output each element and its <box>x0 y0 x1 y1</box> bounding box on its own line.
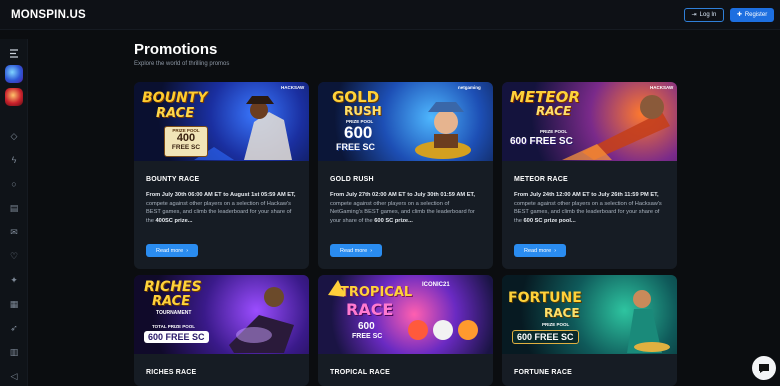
read-more-label: Read more <box>523 247 552 254</box>
read-more-button[interactable]: Read more › <box>146 244 198 257</box>
provider-logo: ICONIC21 <box>422 282 450 288</box>
banner-pool2-label: TOTAL PRIZE POOL <box>152 324 196 329</box>
user-plus-icon: ✚ <box>736 12 742 18</box>
banner-title: BOUNTY <box>142 90 208 106</box>
promo-banner[interactable]: BOUNTY RACE PRIZE POOL 400 FREE SC HACKS… <box>134 82 309 161</box>
page-title: Promotions <box>134 41 218 58</box>
sidebar: ◇ ϟ ○ ▤ ✉ ♡ ✦ ▦ ➶ ▥ ◁ <box>0 39 28 386</box>
banner-amount: 600 FREE SC <box>512 330 579 344</box>
banner-pool-label: PRIZE POOL <box>540 129 568 134</box>
promo-banner[interactable]: ICONIC21 TROPICAL RACE 600 FREE SC <box>318 275 493 354</box>
promo-card-fortune-race[interactable]: FORTUNE RACE PRIZE POOL 600 FREE SC FORT… <box>502 275 677 386</box>
promo-card-tropical-race[interactable]: ICONIC21 TROPICAL RACE 600 FREE SC TROPI… <box>318 275 493 386</box>
promo-title: GOLD RUSH <box>330 176 374 183</box>
chart-icon[interactable]: ▥ <box>6 344 22 360</box>
provider-logo: netgaming <box>458 85 481 90</box>
promo-title: TROPICAL RACE <box>330 369 391 376</box>
arrow-right-icon: › <box>554 247 557 254</box>
promo-card-meteor-race[interactable]: METEOR RACE PRIZE POOL 600 FREE SC HACKS… <box>502 82 677 269</box>
diamond-icon[interactable]: ◇ <box>6 128 22 144</box>
promo-description: From July 24th 12:00 AM ET to July 26th … <box>514 191 667 225</box>
banner-amount: 600 FREE SC <box>510 136 573 147</box>
megaphone-icon[interactable]: ◁ <box>6 368 22 384</box>
main-content: Promotions Explore the world of thrillin… <box>28 30 780 386</box>
promo-card-bounty-race[interactable]: BOUNTY RACE PRIZE POOL 400 FREE SC HACKS… <box>134 82 309 269</box>
arrow-right-icon: › <box>370 247 373 254</box>
chat-bubble-icon <box>759 363 769 373</box>
banner-subtitle: RUSH <box>344 104 382 118</box>
banner-subtitle: RACE <box>346 300 394 319</box>
promo-title: FORTUNE RACE <box>514 369 573 376</box>
heart-icon[interactable]: ♡ <box>6 248 22 264</box>
banner-amount: 600 <box>344 123 373 142</box>
promo-dates: From July 27th 02:00 AM ET to July 30th … <box>330 192 475 198</box>
top-bar: MONSPIN.US ⇥ Log In ✚ Register <box>0 0 780 30</box>
banner-unit: FREE SC <box>171 144 201 151</box>
promo-card-riches-race[interactable]: RICHES RACE TOURNAMENT TOTAL PRIZE POOL … <box>134 275 309 386</box>
promo-banner[interactable]: GOLD RUSH PRIZE POOL 600 FREE SC netgami… <box>318 82 493 161</box>
register-button[interactable]: ✚ Register <box>730 8 774 22</box>
provider-logo: HACKSAW <box>281 85 305 90</box>
promo-banner[interactable]: FORTUNE RACE PRIZE POOL 600 FREE SC <box>502 275 677 354</box>
banner-subtitle: RACE <box>536 104 572 118</box>
page-subtitle: Explore the world of thrilling promos <box>134 61 230 67</box>
rocket-icon[interactable]: ➶ <box>6 320 22 336</box>
promo-description: From July 30th 06:00 AM ET to August 1st… <box>146 191 299 225</box>
arrow-right-icon: › <box>186 247 189 254</box>
promo-banner[interactable]: RICHES RACE TOURNAMENT TOTAL PRIZE POOL … <box>134 275 309 354</box>
read-more-label: Read more <box>339 247 368 254</box>
banner-pool-label: TOURNAMENT <box>156 310 192 316</box>
promo-banner[interactable]: METEOR RACE PRIZE POOL 600 FREE SC HACKS… <box>502 82 677 161</box>
banner-title: RICHES <box>144 279 202 295</box>
site-logo[interactable]: MONSPIN.US <box>11 9 86 21</box>
banner-amount: 600 FREE SC <box>144 331 209 343</box>
register-label: Register <box>744 12 768 18</box>
sidebar-avatar-blue[interactable] <box>5 65 23 83</box>
promo-dates: From July 24th 12:00 AM ET to July 26th … <box>514 192 659 198</box>
banner-amount: 600 <box>358 321 375 332</box>
circle-icon[interactable]: ○ <box>6 176 22 192</box>
banner-subtitle: RACE <box>544 306 580 320</box>
login-button[interactable]: ⇥ Log In <box>684 8 724 22</box>
grid-icon[interactable]: ▦ <box>6 296 22 312</box>
login-icon: ⇥ <box>691 12 697 18</box>
provider-logo: HACKSAW <box>650 85 674 90</box>
mail-icon[interactable]: ✉ <box>6 224 22 240</box>
promo-title: RICHES RACE <box>146 369 197 376</box>
read-more-label: Read more <box>155 247 184 254</box>
read-more-button[interactable]: Read more › <box>514 244 566 257</box>
promo-title: BOUNTY RACE <box>146 176 200 183</box>
promo-prize: 600 SC prize pool... <box>523 217 576 224</box>
lightning-icon[interactable]: ϟ <box>6 152 22 168</box>
promo-description: From July 27th 02:00 AM ET to July 30th … <box>330 191 483 225</box>
menu-toggle-icon[interactable] <box>6 45 22 61</box>
banner-title: TROPICAL <box>340 285 413 300</box>
banner-unit: FREE SC <box>336 142 376 152</box>
banner-amount: 400 <box>176 132 196 144</box>
sparkle-icon[interactable]: ✦ <box>6 272 22 288</box>
promo-dates: From July 30th 06:00 AM ET to August 1st… <box>146 192 296 198</box>
promo-prize: 600 SC prize... <box>374 217 413 224</box>
banner-subtitle: RACE <box>156 106 195 121</box>
promo-prize: 400SC prize... <box>155 217 193 224</box>
banner-pool-label: PRIZE POOL <box>542 322 570 327</box>
banner-subtitle: RACE <box>152 294 191 309</box>
login-label: Log In <box>699 12 717 18</box>
gift-icon[interactable]: ▤ <box>6 200 22 216</box>
read-more-button[interactable]: Read more › <box>330 244 382 257</box>
promo-card-gold-rush[interactable]: GOLD RUSH PRIZE POOL 600 FREE SC netgami… <box>318 82 493 269</box>
sidebar-avatar-red[interactable] <box>5 88 23 106</box>
banner-prize-plate: PRIZE POOL 400 FREE SC <box>164 126 208 157</box>
chat-button[interactable] <box>752 356 776 380</box>
banner-title: FORTUNE <box>508 290 582 306</box>
banner-unit: FREE SC <box>352 333 383 340</box>
promo-title: METEOR RACE <box>514 176 568 183</box>
